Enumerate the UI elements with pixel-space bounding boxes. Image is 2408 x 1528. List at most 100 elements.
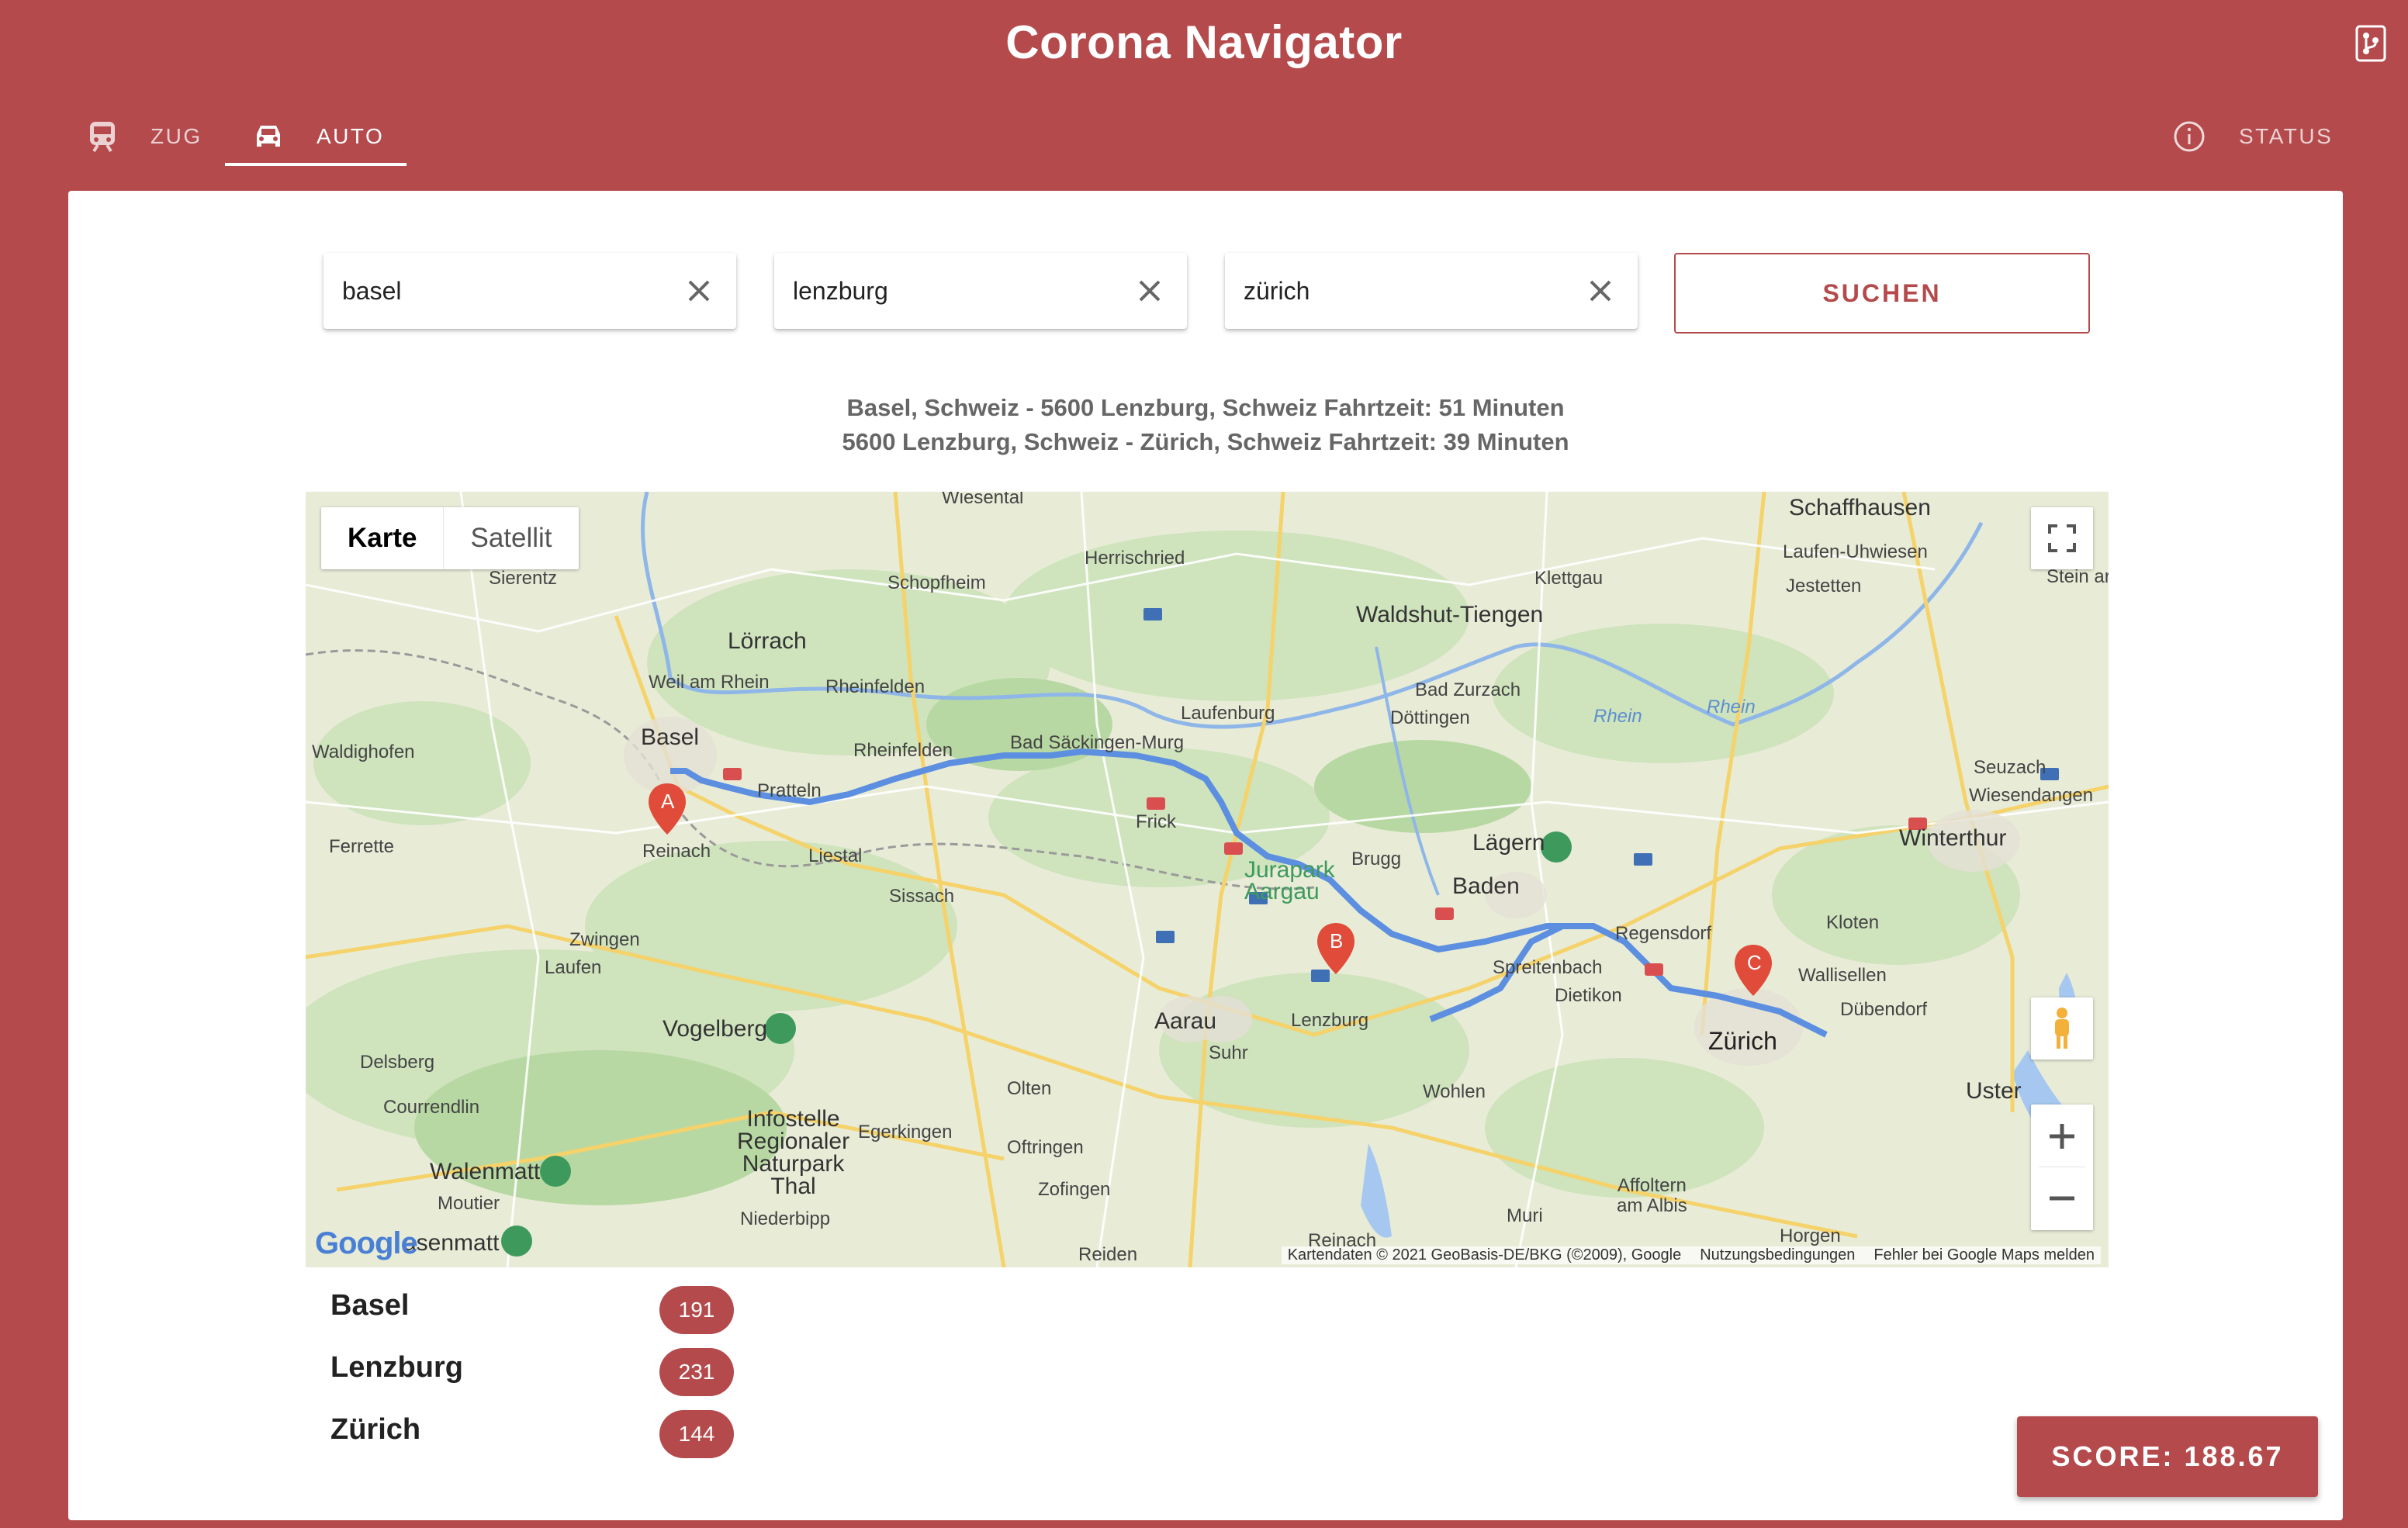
map-report-link[interactable]: Fehler bei Google Maps melden (1873, 1246, 2095, 1264)
map-label: Liestal (808, 845, 863, 866)
map-label: Winterthur (1899, 825, 2007, 851)
map-label: Wiesental (942, 492, 1024, 508)
map-label: Walenmatt (430, 1159, 541, 1184)
clear-via-button[interactable] (1134, 275, 1165, 306)
map-label: Döttingen (1390, 707, 1470, 728)
zoom-control (2031, 1105, 2093, 1230)
destination-field[interactable] (1225, 253, 1638, 329)
map-label: Courrendlin (383, 1097, 480, 1118)
zoom-out-button[interactable] (2048, 1167, 2076, 1229)
map-label: Herrischried (1085, 548, 1185, 569)
stat-row: Lenzburg 231 (330, 1348, 765, 1396)
map-label: Jurapark Aargau (1244, 857, 1335, 904)
street-view-button[interactable] (2031, 997, 2093, 1060)
map-label: Lenzburg (1291, 1010, 1369, 1031)
info-icon (2172, 119, 2206, 154)
map-label: Niederbipp (740, 1208, 831, 1229)
map-label: Olten (1007, 1078, 1052, 1099)
google-logo: Google (315, 1226, 418, 1260)
map-label: Infostelle Regionaler Naturpark Thal (737, 1106, 850, 1199)
map-label: Spreitenbach (1493, 957, 1603, 978)
map-label: Zofingen (1038, 1179, 1111, 1200)
stat-name: Lenzburg (330, 1351, 463, 1384)
route-info-1: Basel, Schweiz - 5600 Lenzburg, Schweiz … (846, 394, 1565, 421)
tab-auto-label: AUTO (317, 124, 385, 148)
map-attribution: Kartendaten © 2021 GeoBasis-DE/BKG (©200… (1287, 1246, 1682, 1264)
map-label: Regensdorf (1615, 923, 1712, 944)
plus-icon (2050, 1123, 2074, 1149)
map-label: Affoltern am Albis (1617, 1175, 1687, 1216)
map-label: Lägern (1472, 830, 1545, 856)
map-label: Bad Zurzach (1415, 679, 1521, 700)
zoom-in-button[interactable] (2039, 1105, 2085, 1167)
tab-status[interactable]: STATUS (2172, 107, 2333, 166)
map-type-toggle: Karte Satellit (321, 507, 579, 569)
close-icon (688, 280, 710, 302)
map-type-satellit[interactable]: Satellit (443, 507, 578, 569)
map-terms-link[interactable]: Nutzungsbedingungen (1700, 1246, 1855, 1264)
tab-auto[interactable]: AUTO (251, 107, 384, 166)
start-field[interactable] (323, 253, 736, 329)
map-label: Dietikon (1555, 985, 1622, 1006)
map-label: Aarau (1154, 1008, 1217, 1034)
map-label: Wohlen (1423, 1081, 1486, 1102)
map-label: Muri (1507, 1205, 1543, 1226)
tab-auto-underline (225, 163, 407, 166)
map-label: Uster (1966, 1078, 2022, 1104)
map-label: Laufen (545, 957, 602, 978)
map-label: Basel (641, 724, 700, 750)
map-label: Laufenburg (1181, 703, 1275, 724)
map[interactable]: A B C Wiesental Schaffhausen Sierentz Sc… (306, 492, 2109, 1267)
map-label: Bad Säckingen-Murg (1010, 732, 1185, 753)
start-input[interactable] (342, 253, 668, 329)
map-footer: Kartendaten © 2021 GeoBasis-DE/BKG (©200… (1281, 1246, 2101, 1264)
map-label: Rhein (1593, 706, 1642, 727)
map-label: Reiden (1078, 1244, 1138, 1265)
map-label: Weil am Rhein (649, 672, 770, 693)
marker-b[interactable]: B (1330, 929, 1343, 953)
map-label: Klettgau (1534, 568, 1604, 589)
stat-row: Zürich 144 (330, 1410, 765, 1458)
map-label: Brugg (1351, 849, 1402, 869)
via-field[interactable] (774, 253, 1187, 329)
map-label: Frick (1136, 811, 1176, 832)
map-label: Stein ar (2046, 566, 2109, 587)
map-label: Rhein (1707, 697, 1756, 717)
git-branch-icon[interactable] (2355, 25, 2386, 62)
tab-status-label: STATUS (2239, 124, 2334, 148)
search-button[interactable]: SUCHEN (1674, 253, 2090, 334)
marker-a[interactable]: A (661, 790, 674, 814)
train-icon (85, 119, 119, 154)
score-button[interactable]: SCORE: 188.67 (2017, 1416, 2318, 1497)
map-label: Waldighofen (312, 742, 415, 762)
map-type-karte[interactable]: Karte (321, 507, 443, 569)
stat-row: Basel 191 (330, 1286, 765, 1334)
map-label: Egerkingen (858, 1122, 953, 1143)
fullscreen-button[interactable] (2031, 507, 2093, 569)
map-label: Ferrette (329, 836, 395, 857)
stat-badge: 144 (659, 1410, 734, 1458)
map-label: Seuzach (1974, 757, 2046, 778)
map-label: Horgen (1780, 1226, 1841, 1246)
map-label: Jestetten (1786, 576, 1862, 596)
via-input[interactable] (793, 253, 1119, 329)
map-label: Reinach (642, 841, 711, 862)
clear-start-button[interactable] (683, 275, 714, 306)
map-label: Wallisellen (1798, 965, 1887, 986)
map-label: Pratteln (757, 780, 822, 801)
map-label: Schaffhausen (1789, 495, 1931, 520)
map-label: Kloten (1826, 912, 1880, 933)
map-label: Rheinfelden (853, 740, 953, 761)
app-title: Corona Navigator (1005, 16, 1403, 68)
route-info-2: 5600 Lenzburg, Schweiz - Zürich, Schweiz… (842, 428, 1569, 455)
tab-zug[interactable]: ZUG (85, 107, 202, 166)
map-label: Waldshut-Tiengen (1356, 602, 1544, 627)
clear-destination-button[interactable] (1585, 275, 1616, 306)
map-label: Delsberg (360, 1052, 435, 1073)
map-label: Baden (1452, 873, 1520, 899)
map-label: Zürich (1708, 1027, 1777, 1055)
marker-c[interactable]: C (1747, 951, 1762, 975)
map-label: asenmatt (403, 1230, 500, 1256)
stat-badge: 231 (659, 1348, 734, 1396)
destination-input[interactable] (1244, 253, 1569, 329)
